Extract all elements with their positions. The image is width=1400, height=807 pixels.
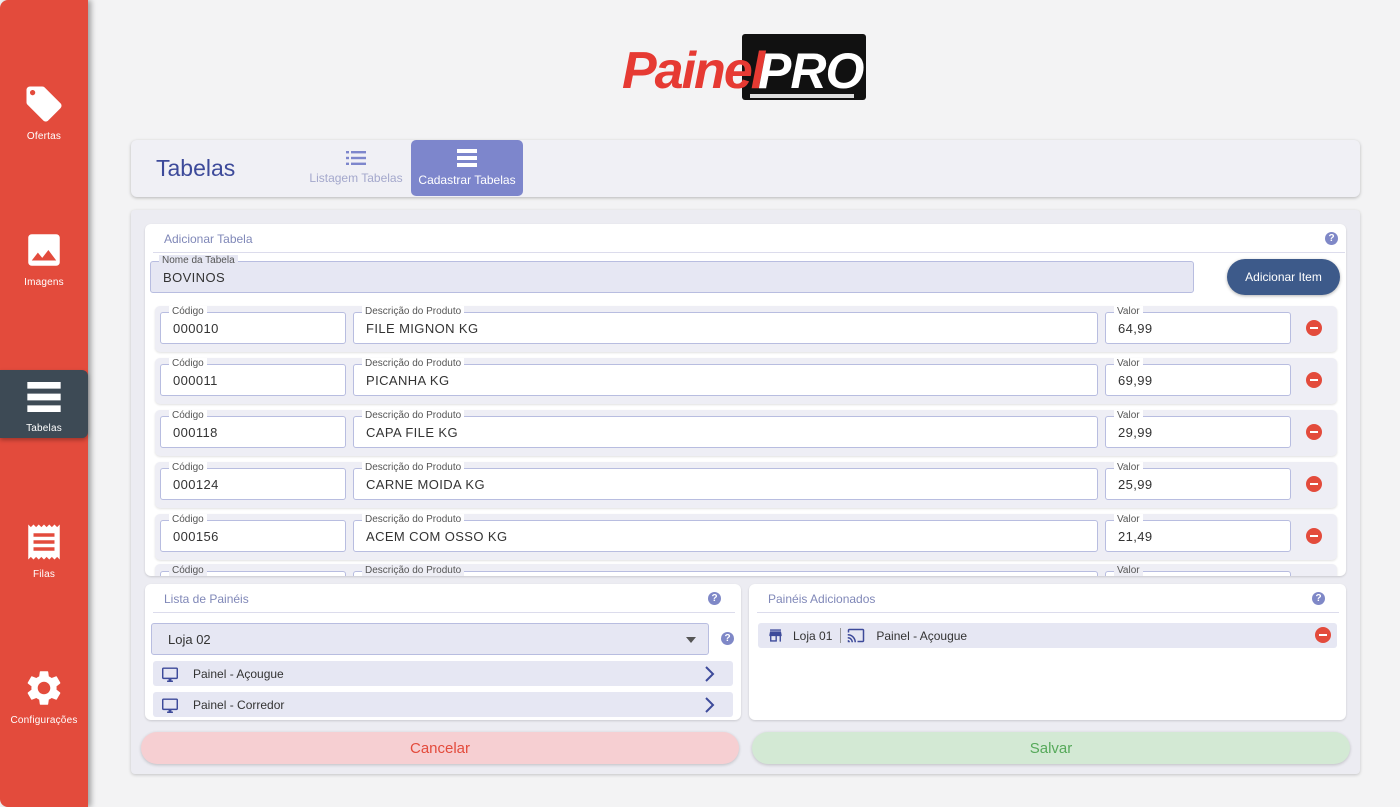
sidebar-item-label: Imagens [24, 277, 64, 288]
code-field[interactable]: Código 000124 [160, 462, 346, 500]
tab-label: Listagem Tabelas [309, 171, 403, 185]
help-icon[interactable]: ? [1312, 592, 1325, 605]
help-icon[interactable]: ? [721, 632, 734, 645]
sidebar-item-label: Ofertas [26, 131, 62, 142]
store-select[interactable]: Loja 02 [151, 623, 709, 655]
sidebar-item-label: Configurações [10, 715, 78, 726]
store-label: Loja 01 [793, 628, 833, 643]
monitor-icon [162, 666, 178, 682]
select-value: Loja 02 [168, 632, 211, 647]
remove-item-icon[interactable] [1306, 476, 1322, 492]
help-icon[interactable]: ? [1325, 232, 1338, 245]
description-field[interactable]: Descrição do Produto ACEM COM OSSO KG [353, 514, 1098, 552]
panel-label: Painel - Corredor [193, 697, 285, 712]
table-row: Código 000118 Descrição do Produto CAPA … [155, 410, 1337, 456]
panel-list-card: Lista de Painéis ? Loja 02 ? Painel - Aç… [145, 584, 741, 720]
code-field[interactable]: Código 000010 [160, 306, 346, 344]
list-icon [346, 151, 366, 165]
card-title: Painéis Adicionados [768, 592, 876, 606]
sidebar-item-imagens[interactable]: Imagens [0, 224, 88, 292]
value-field[interactable]: Valor [1105, 565, 1291, 576]
divider [153, 612, 735, 613]
tag-icon [26, 86, 62, 122]
cancel-button[interactable]: Cancelar [141, 732, 739, 764]
tab-listagem-tabelas[interactable]: Listagem Tabelas [309, 140, 403, 196]
help-icon[interactable]: ? [708, 592, 721, 605]
page-title: Tabelas [156, 155, 236, 181]
value-field[interactable]: Valor 25,99 [1105, 462, 1291, 500]
panel-label: Painel - Açougue [876, 628, 968, 643]
table-row: Código 000124 Descrição do Produto CARNE… [155, 462, 1337, 508]
header-card: Tabelas Listagem Tabelas Cadastrar Tabel… [131, 140, 1360, 197]
chevron-right-icon [705, 666, 715, 682]
table-row: Código 000010 Descrição do Produto FILE … [155, 306, 1337, 352]
divider [757, 612, 1339, 613]
table-row: Código 000011 Descrição do Produto PICAN… [155, 358, 1337, 404]
description-field[interactable]: Descrição do Produto PICANHA KG [353, 358, 1098, 396]
table-row: Código Descrição do Produto Valor [155, 564, 1337, 576]
remove-item-icon[interactable] [1306, 320, 1322, 336]
added-panel-item: Loja 01 Painel - Açougue [758, 623, 1337, 648]
added-panels-card: Painéis Adicionados ? Loja 01 Painel - A… [749, 584, 1346, 720]
sidebar-item-ofertas[interactable]: Ofertas [0, 78, 88, 146]
save-button[interactable]: Salvar [752, 732, 1350, 764]
divider [153, 252, 1345, 253]
sidebar-item-tabelas[interactable]: Tabelas [0, 370, 88, 438]
card-title: Adicionar Tabela [164, 232, 253, 246]
monitor-icon [162, 697, 178, 713]
code-field[interactable]: Código 000156 [160, 514, 346, 552]
code-field[interactable]: Código 000118 [160, 410, 346, 448]
receipt-icon [28, 524, 60, 560]
sidebar: Ofertas Imagens Tabelas Filas Configuraç… [0, 0, 88, 807]
sidebar-item-label: Filas [32, 569, 56, 580]
panel-label: Painel - Açougue [193, 666, 284, 681]
value-field[interactable]: Valor 21,49 [1105, 514, 1291, 552]
description-field[interactable]: Descrição do Produto [353, 565, 1098, 576]
gear-icon [27, 671, 61, 705]
store-icon [769, 629, 782, 642]
cast-icon [848, 628, 865, 643]
card-title: Lista de Painéis [164, 592, 249, 606]
table-icon [27, 382, 61, 412]
separator [840, 628, 842, 643]
table-icon [457, 149, 477, 167]
remove-item-icon[interactable] [1306, 372, 1322, 388]
value-field[interactable]: Valor 64,99 [1105, 306, 1291, 344]
description-field[interactable]: Descrição do Produto CARNE MOIDA KG [353, 462, 1098, 500]
sidebar-item-filas[interactable]: Filas [0, 516, 88, 584]
field-label: Nome da Tabela [159, 255, 238, 267]
dropdown-arrow-icon [686, 637, 696, 643]
tab-cadastrar-tabelas[interactable]: Cadastrar Tabelas [411, 140, 523, 196]
value-field[interactable]: Valor 69,99 [1105, 358, 1291, 396]
code-field[interactable]: Código [160, 565, 346, 576]
description-field[interactable]: Descrição do Produto CAPA FILE KG [353, 410, 1098, 448]
remove-item-icon[interactable] [1306, 528, 1322, 544]
panel-list-item[interactable]: Painel - Corredor [153, 692, 733, 717]
description-field[interactable]: Descrição do Produto FILE MIGNON KG [353, 306, 1098, 344]
field-value: BOVINOS [163, 270, 226, 285]
panel-list-item[interactable]: Painel - Açougue [153, 661, 733, 686]
tab-label: Cadastrar Tabelas [418, 173, 516, 187]
svg-text:Painel: Painel [622, 42, 767, 100]
code-field[interactable]: Código 000011 [160, 358, 346, 396]
sidebar-item-configuracoes[interactable]: Configurações [0, 662, 88, 730]
chevron-right-icon [705, 697, 715, 713]
painelpro-logo: Painel PRO [622, 34, 866, 100]
table-row: Código 000156 Descrição do Produto ACEM … [155, 514, 1337, 560]
table-name-field[interactable]: Nome da Tabela BOVINOS [150, 255, 1194, 293]
remove-item-icon[interactable] [1306, 424, 1322, 440]
remove-panel-icon[interactable] [1315, 627, 1331, 643]
add-item-button[interactable]: Adicionar Item [1227, 259, 1340, 295]
image-icon [28, 234, 60, 266]
sidebar-item-label: Tabelas [26, 423, 62, 434]
value-field[interactable]: Valor 29,99 [1105, 410, 1291, 448]
svg-text:PRO: PRO [758, 43, 864, 99]
